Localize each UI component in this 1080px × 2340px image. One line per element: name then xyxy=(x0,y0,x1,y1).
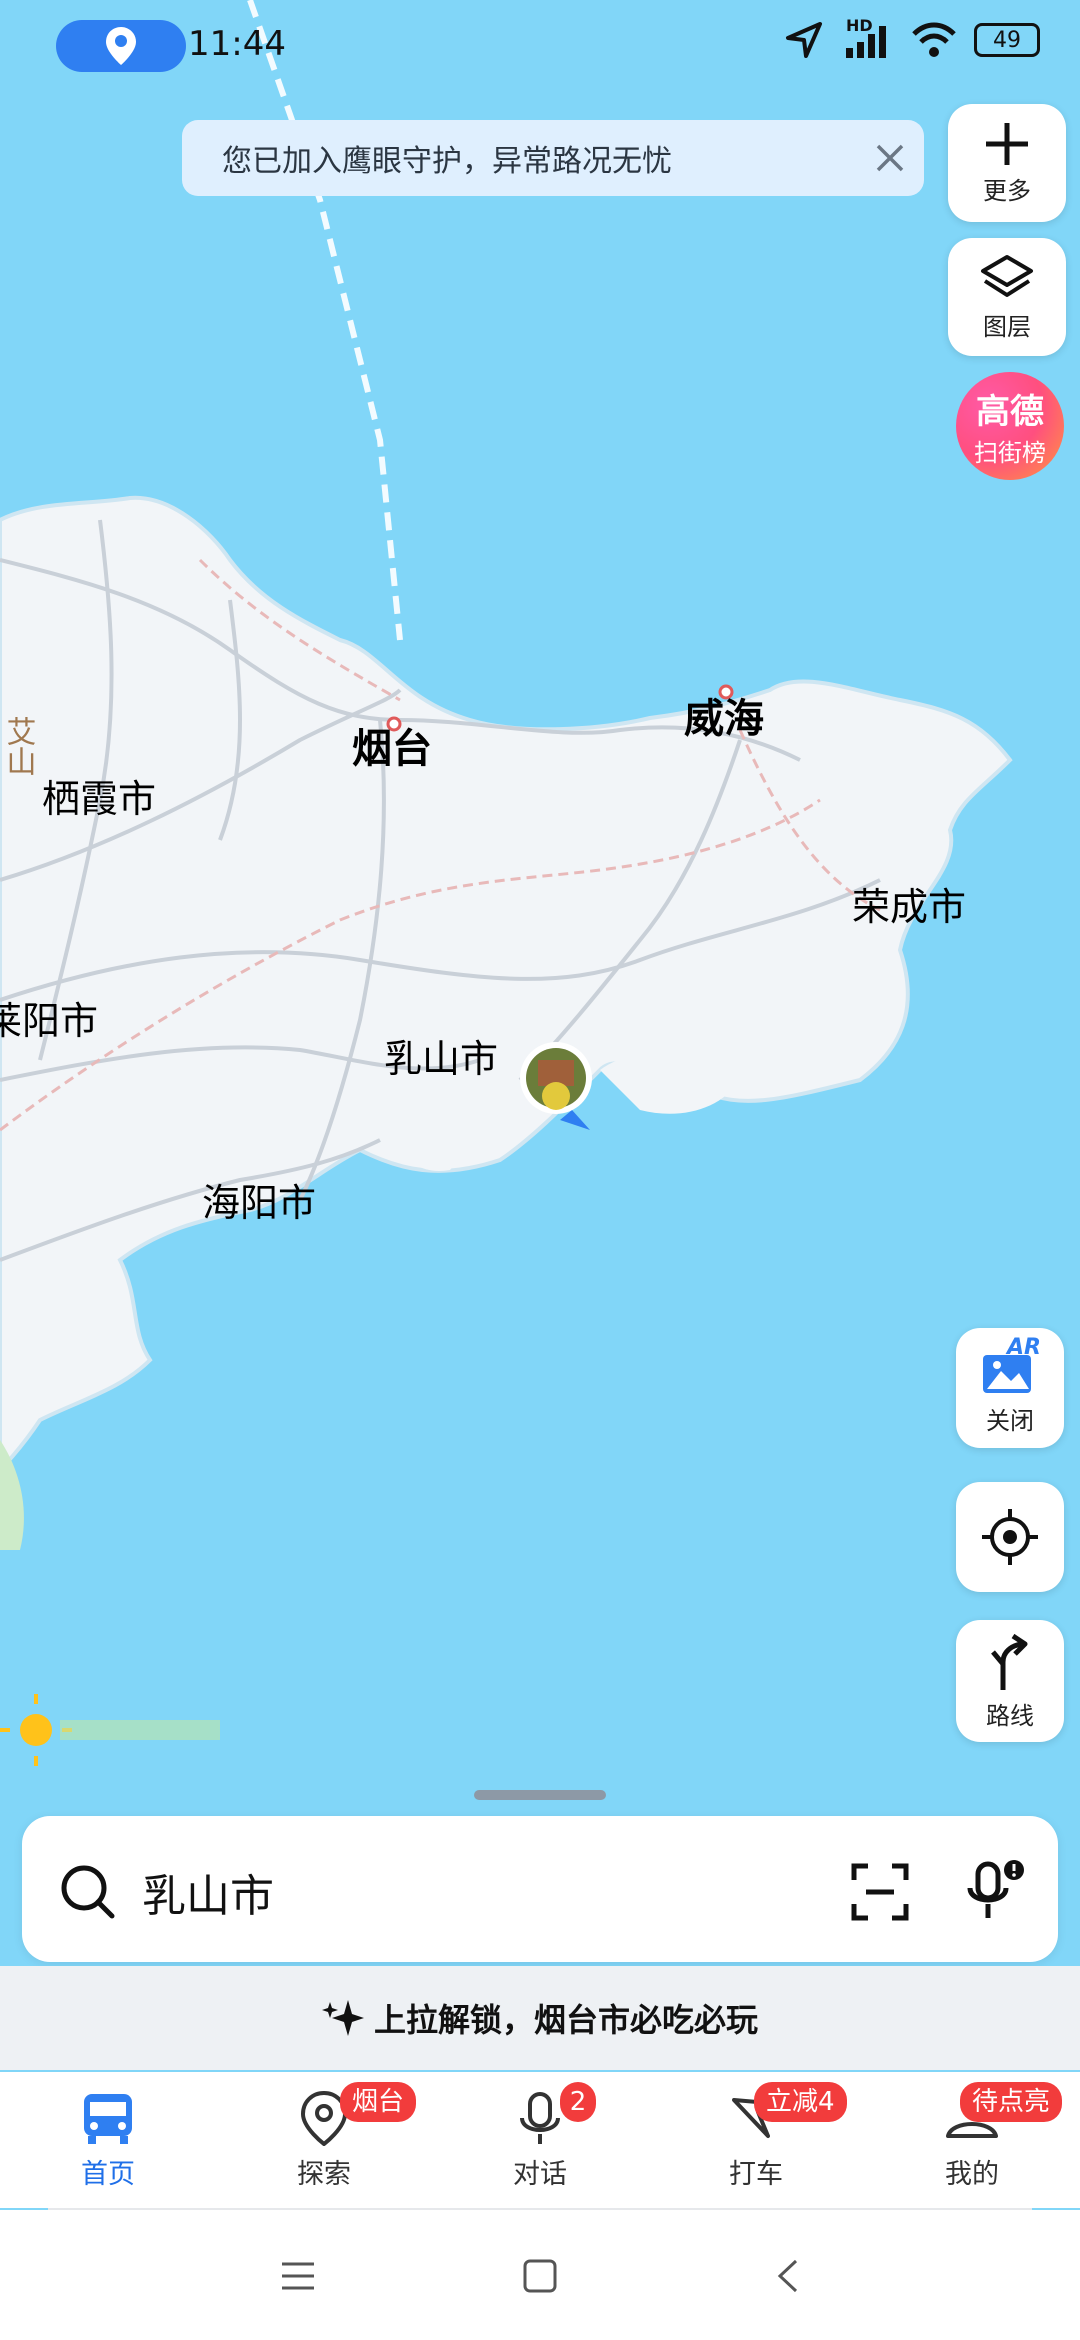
home-square-icon[interactable] xyxy=(522,2258,558,2294)
more-label: 更多 xyxy=(983,176,1031,205)
crosshair-locate-icon xyxy=(982,1509,1038,1565)
wifi-icon xyxy=(912,22,956,57)
navigation-arrow-icon xyxy=(786,22,822,58)
signal-icon: HD xyxy=(840,16,894,60)
battery-level: 49 xyxy=(993,27,1021,53)
bus-icon xyxy=(84,2093,132,2144)
safety-notice-banner[interactable]: 您已加入鹰眼守护，异常路况无忧 xyxy=(182,120,924,196)
layers-icon xyxy=(981,254,1033,297)
search-input[interactable]: 乳山市 xyxy=(142,1860,274,1924)
drawer-handle[interactable] xyxy=(474,1790,606,1800)
close-icon xyxy=(876,144,904,172)
status-icons: HD 49 xyxy=(784,16,1040,60)
menu-icon[interactable] xyxy=(280,2260,316,2292)
tab-chat[interactable]: 对话 2 xyxy=(432,2072,648,2208)
tab-chat-badge: 2 xyxy=(560,2082,596,2122)
search-icon xyxy=(61,1865,115,1919)
layers-label: 图层 xyxy=(983,312,1031,341)
mic-icon xyxy=(520,2091,560,2144)
more-button[interactable]: 更多 xyxy=(948,104,1066,222)
tab-profile[interactable]: 我的 待点亮 xyxy=(864,2072,1080,2208)
status-time: 11:44 xyxy=(188,24,286,64)
map-label-rushan[interactable]: 乳山市 xyxy=(384,1037,498,1081)
layers-button[interactable]: 图层 xyxy=(948,238,1066,356)
map-label-weihai[interactable]: 威海 xyxy=(684,696,764,742)
map-label-qixia[interactable]: 栖霞市 xyxy=(42,777,156,821)
voice-mic-icon[interactable] xyxy=(962,1856,1032,1926)
location-pin-icon xyxy=(106,27,136,65)
pull-up-promo[interactable]: 上拉解锁，烟台市必吃必玩 xyxy=(0,1966,1080,2070)
notice-close-button[interactable] xyxy=(866,134,914,182)
gaode-label: 高德 xyxy=(976,392,1044,432)
locate-me-button[interactable] xyxy=(956,1482,1064,1592)
ar-badge: AR xyxy=(1007,1334,1041,1360)
ar-label: 关闭 xyxy=(986,1406,1034,1435)
tab-explore-badge: 烟台 xyxy=(340,2082,417,2122)
bottom-tab-bar: 首页 探索 烟台 对话 2 打车 立减4 我的 待点亮 xyxy=(0,2072,1080,2208)
street-ranking-label: 扫街榜 xyxy=(974,439,1046,467)
tab-taxi-badge: 立减4 xyxy=(754,2082,847,2122)
tab-profile-label: 我的 xyxy=(945,2158,999,2190)
location-pill[interactable] xyxy=(56,20,186,72)
network-label: HD xyxy=(846,16,873,35)
route-button[interactable]: 路线 xyxy=(956,1620,1064,1742)
map-label-yantai[interactable]: 烟台 xyxy=(352,726,432,772)
route-fork-icon xyxy=(991,1633,1028,1690)
back-icon[interactable] xyxy=(772,2258,802,2294)
tab-explore-label: 探索 xyxy=(297,2158,351,2190)
search-bar[interactable]: 乳山市 xyxy=(22,1816,1058,1962)
tab-home-label: 首页 xyxy=(81,2158,135,2190)
plus-icon xyxy=(986,122,1028,165)
tab-taxi[interactable]: 打车 立减4 xyxy=(648,2072,864,2208)
route-label: 路线 xyxy=(986,1701,1034,1730)
map-label-laiyang[interactable]: 莱阳市 xyxy=(0,999,98,1043)
gaode-street-ranking-button[interactable]: 高德 扫街榜 xyxy=(956,372,1064,480)
tab-taxi-label: 打车 xyxy=(729,2158,783,2190)
ar-toggle-button[interactable]: AR 关闭 xyxy=(956,1328,1064,1448)
tab-chat-label: 对话 xyxy=(513,2158,567,2190)
map-label-haiyang[interactable]: 海阳市 xyxy=(202,1181,316,1225)
promo-text: 上拉解锁，烟台市必吃必玩 xyxy=(373,2001,758,2039)
sparkle-icon xyxy=(321,2000,364,2036)
system-nav-bar xyxy=(0,2210,1080,2340)
map-label-aishan[interactable]: 艾山 xyxy=(1,716,36,776)
scan-icon[interactable] xyxy=(850,1862,910,1922)
tab-explore[interactable]: 探索 烟台 xyxy=(216,2072,432,2208)
map-view[interactable]: 烟台 威海 栖霞市 荣成市 莱阳市 乳山市 海阳市 艾山 xyxy=(0,0,1080,1820)
battery-icon: 49 xyxy=(974,23,1040,57)
ar-image-icon: AR xyxy=(981,1335,1041,1397)
tab-home[interactable]: 首页 xyxy=(0,2072,216,2208)
tab-profile-badge: 待点亮 xyxy=(960,2082,1063,2122)
notice-text: 您已加入鹰眼守护，异常路况无忧 xyxy=(222,144,672,179)
map-label-rongcheng[interactable]: 荣成市 xyxy=(852,885,966,929)
